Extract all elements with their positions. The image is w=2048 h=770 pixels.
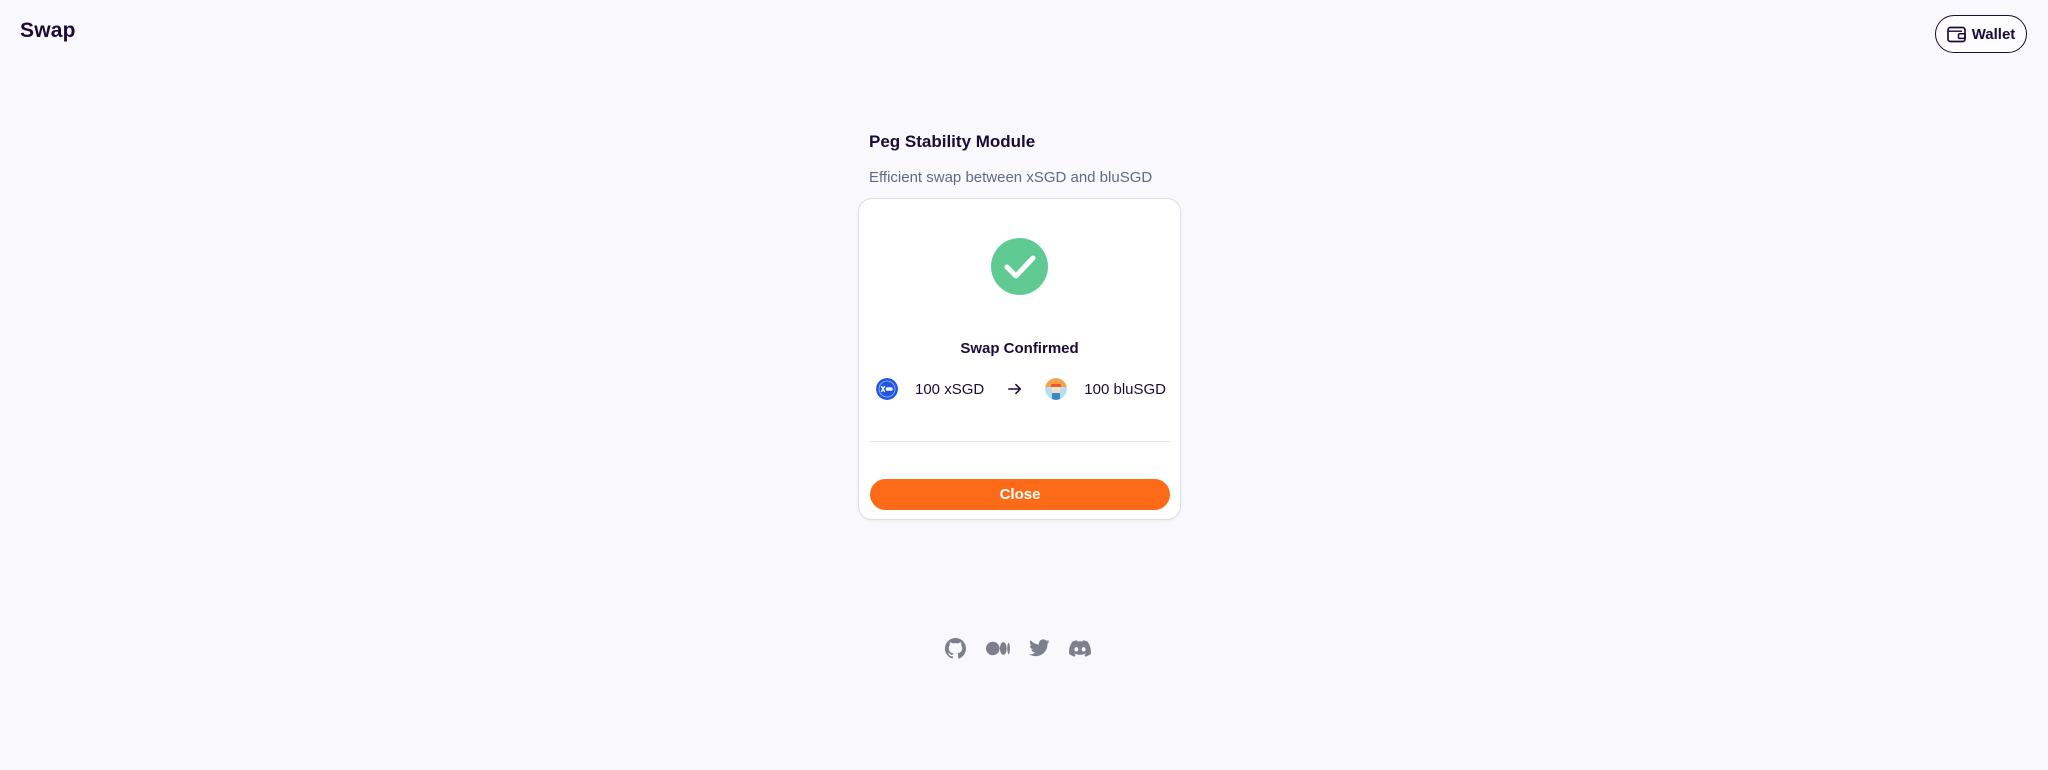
social-links (944, 636, 1091, 660)
wallet-icon (1946, 26, 1966, 42)
to-amount: 100 bluSGD (1084, 380, 1166, 398)
blusgd-token-icon (1045, 378, 1068, 400)
close-button[interactable]: Close (870, 479, 1170, 510)
arrow-right-icon (1008, 383, 1022, 395)
success-check-icon (991, 238, 1048, 295)
medium-icon[interactable] (986, 641, 1010, 656)
confirmation-title: Swap Confirmed (960, 340, 1079, 357)
swap-confirmation-card: Swap Confirmed 100 xSGD 100 bluSGD Close (858, 198, 1181, 520)
top-bar: Swap Wallet (0, 0, 2048, 70)
divider (870, 441, 1170, 442)
panel-subtitle: Efficient swap between xSGD and bluSGD (869, 169, 1153, 186)
from-amount: 100 xSGD (915, 380, 985, 398)
swap-summary: 100 xSGD 100 bluSGD (876, 377, 1166, 401)
twitter-icon[interactable] (1029, 639, 1050, 657)
panel-title: Peg Stability Module (869, 132, 1036, 151)
wallet-button[interactable]: Wallet (1935, 15, 2027, 53)
github-icon[interactable] (944, 637, 967, 660)
page-title: Swap (20, 19, 76, 42)
discord-icon[interactable] (1069, 639, 1091, 657)
panel-header: Peg Stability Module Efficient swap betw… (869, 132, 1152, 186)
wallet-button-label: Wallet (1971, 25, 2016, 43)
xsgd-token-icon (876, 378, 898, 400)
